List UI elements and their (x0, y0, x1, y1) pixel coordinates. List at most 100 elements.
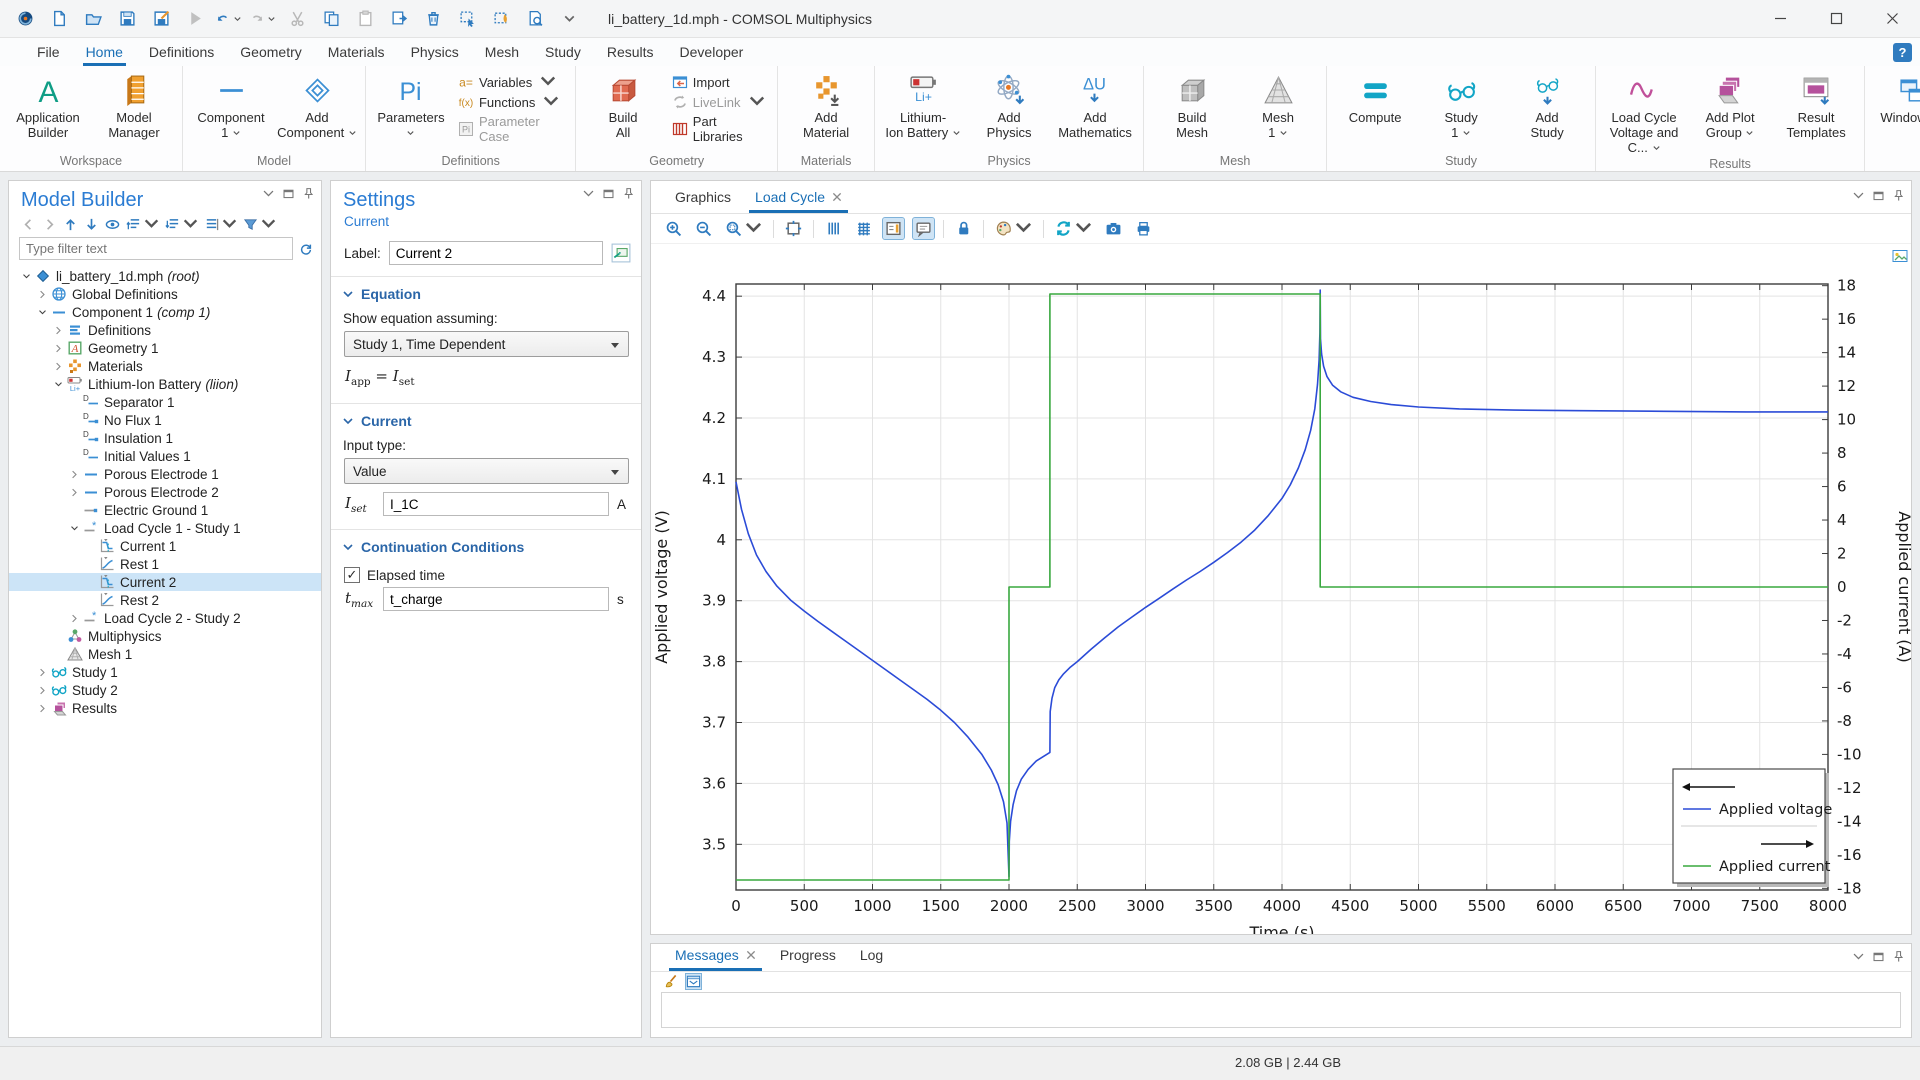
model-manager-button[interactable]: ModelManager (92, 70, 176, 140)
tree-item-no-flux-1[interactable]: DNo Flux 1 (9, 411, 321, 429)
filter-refresh-icon[interactable] (299, 242, 313, 256)
rename-button[interactable] (611, 243, 631, 263)
maximize-button[interactable] (1808, 0, 1864, 38)
chevron-collapsed-icon[interactable] (35, 290, 49, 299)
tree-item-load-cycle-2-study-2[interactable]: *Load Cycle 2 - Study 2 (9, 609, 321, 627)
menu-tab-home[interactable]: Home (73, 40, 136, 66)
tree-item-initial-values-1[interactable]: DInitial Values 1 (9, 447, 321, 465)
image-snapshot-icon[interactable] (1892, 248, 1908, 267)
undo-icon[interactable] (216, 6, 242, 32)
section-continuation-conditions[interactable]: Continuation Conditions (331, 530, 641, 561)
pin-panel-icon[interactable] (622, 187, 635, 200)
tree-item-study-1[interactable]: Study 1 (9, 663, 321, 681)
part-libraries-button[interactable]: Part Libraries (672, 114, 767, 144)
section-equation[interactable]: Equation (331, 277, 641, 308)
chevron-collapsed-icon[interactable] (51, 344, 65, 353)
mb-down-button[interactable] (84, 217, 99, 232)
chevron-collapsed-icon[interactable] (51, 326, 65, 335)
mb-collapse-button[interactable] (165, 217, 198, 232)
chevron-collapsed-icon[interactable] (67, 614, 81, 623)
compute-button[interactable]: Compute (1333, 70, 1417, 125)
printer-button[interactable] (1133, 218, 1154, 239)
tree-item-separator-1[interactable]: DSeparator 1 (9, 393, 321, 411)
windows-button[interactable]: Windows (1871, 70, 1920, 125)
camera-button[interactable] (1103, 218, 1124, 239)
mb-filter-button[interactable] (243, 217, 276, 232)
float-panel-icon[interactable] (1872, 189, 1885, 202)
pin-panel-icon[interactable] (1892, 189, 1905, 202)
tree-item-mesh-1[interactable]: Mesh 1 (9, 645, 321, 663)
chevron-collapsed-icon[interactable] (35, 704, 49, 713)
build-all-button[interactable]: BuildAll (582, 70, 663, 140)
tree-item-materials[interactable]: Materials (9, 357, 321, 375)
pin-panel-icon[interactable] (1892, 950, 1905, 963)
open-icon[interactable] (80, 6, 106, 32)
palette-button[interactable] (993, 218, 1034, 239)
chevron-collapsed-icon[interactable] (67, 488, 81, 497)
mb-up-button[interactable] (63, 217, 78, 232)
tree-item-electric-ground-1[interactable]: Electric Ground 1 (9, 501, 321, 519)
equation-study-select[interactable]: Study 1, Time Dependent (344, 331, 629, 357)
tree-item-insulation-1[interactable]: DInsulation 1 (9, 429, 321, 447)
float-panel-icon[interactable] (602, 187, 615, 200)
tree-item-global-definitions[interactable]: Global Definitions (9, 285, 321, 303)
tree-item-load-cycle-1-study-1[interactable]: *Load Cycle 1 - Study 1 (9, 519, 321, 537)
tree-item-definitions[interactable]: Definitions (9, 321, 321, 339)
menu-tab-materials[interactable]: Materials (315, 40, 398, 66)
duplicate-icon[interactable] (386, 6, 412, 32)
study-1-button[interactable]: Study1 (1419, 70, 1503, 140)
add-material-button[interactable]: AddMaterial (784, 70, 868, 140)
graphics-tab-graphics[interactable]: Graphics (665, 183, 741, 213)
messages-tab-messages[interactable]: Messages (665, 941, 766, 971)
label-input[interactable] (389, 241, 603, 265)
grid-xy-button[interactable] (853, 218, 874, 239)
component-1-button[interactable]: Component1 (189, 70, 273, 140)
variables-button[interactable]: a=Variables (458, 74, 565, 90)
broom-button[interactable] (663, 974, 678, 989)
iset-input[interactable] (383, 492, 609, 516)
add-physics-button[interactable]: AddPhysics (967, 70, 1051, 140)
add-study-button[interactable]: AddStudy (1505, 70, 1589, 140)
run-icon[interactable] (182, 6, 208, 32)
close-tab-icon[interactable] (832, 192, 842, 202)
import-button[interactable]: Import (672, 74, 767, 90)
add-plot-group-button[interactable]: Add PlotGroup (1688, 70, 1772, 140)
tree-item-porous-electrode-1[interactable]: Porous Electrode 1 (9, 465, 321, 483)
messages-tab-progress[interactable]: Progress (770, 941, 846, 971)
chevron-down-icon[interactable] (267, 11, 276, 26)
chevron-collapsed-icon[interactable] (35, 686, 49, 695)
select-rect-icon[interactable] (454, 6, 480, 32)
mb-back-button[interactable] (21, 217, 36, 232)
menu-tab-mesh[interactable]: Mesh (472, 40, 532, 66)
parameter-case-button[interactable]: PiParameter Case (458, 114, 565, 144)
msg-window-button[interactable] (686, 974, 701, 989)
parameters-button[interactable]: PiParameters (372, 70, 450, 140)
zoom-in-button[interactable] (663, 218, 684, 239)
tree-item-rest-1[interactable]: Rest 1 (9, 555, 321, 573)
tree-item-results[interactable]: Results (9, 699, 321, 717)
tree-item-li-battery-1d-mph[interactable]: li_battery_1d.mph(root) (9, 267, 321, 285)
tree-item-porous-electrode-2[interactable]: Porous Electrode 2 (9, 483, 321, 501)
mb-expand-button[interactable] (126, 217, 159, 232)
add-component-button[interactable]: AddComponent (275, 70, 359, 140)
copy-icon[interactable] (318, 6, 344, 32)
livelink-button[interactable]: LiveLink (672, 94, 767, 110)
functions-button[interactable]: f(x)Functions (458, 94, 565, 110)
chevron-expanded-icon[interactable] (35, 308, 49, 317)
grid-x-button[interactable] (823, 218, 844, 239)
menu-tab-geometry[interactable]: Geometry (227, 40, 314, 66)
chevron-collapsed-icon[interactable] (67, 470, 81, 479)
collapse-panel-icon[interactable] (1852, 189, 1865, 202)
menu-tab-developer[interactable]: Developer (667, 40, 757, 66)
graphics-tab-load-cycle[interactable]: Load Cycle (745, 183, 852, 213)
tree-filter-input[interactable] (19, 237, 293, 260)
chevron-collapsed-icon[interactable] (35, 668, 49, 677)
sync-button[interactable] (1053, 218, 1094, 239)
mb-fwd-button[interactable] (42, 217, 57, 232)
chevron-down-icon[interactable] (233, 11, 242, 26)
input-type-select[interactable]: Value (344, 458, 629, 484)
application-builder-button[interactable]: AApplicationBuilder (6, 70, 90, 140)
float-panel-icon[interactable] (282, 187, 295, 200)
menu-tab-file[interactable]: File (24, 40, 73, 66)
section-current[interactable]: Current (331, 404, 641, 435)
